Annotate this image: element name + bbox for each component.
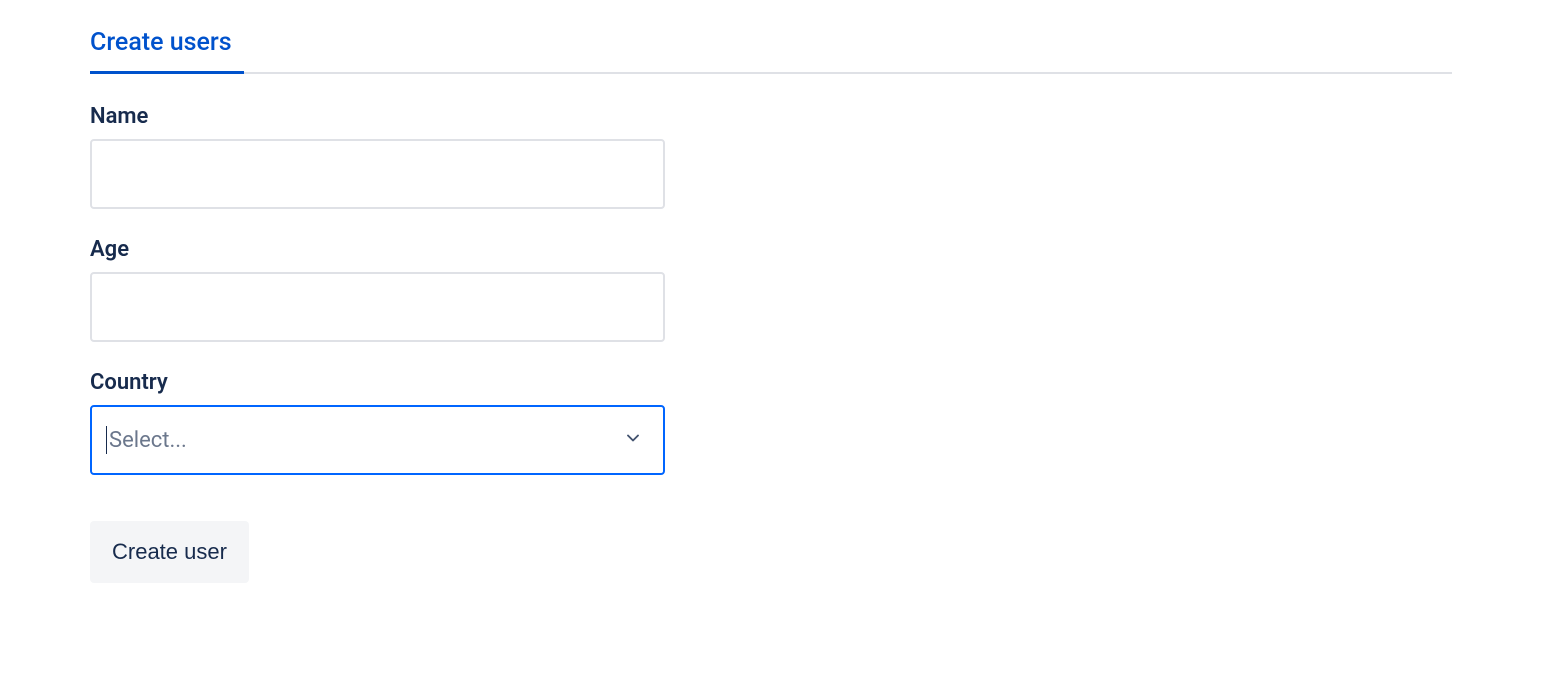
form-group-country: Country Select...	[90, 370, 1452, 475]
form-group-age: Age	[90, 237, 1452, 342]
text-cursor	[106, 426, 107, 454]
create-user-button[interactable]: Create user	[90, 521, 249, 583]
name-label: Name	[90, 104, 1452, 129]
form-group-name: Name	[90, 104, 1452, 209]
age-input[interactable]	[90, 272, 665, 342]
country-select[interactable]: Select...	[90, 405, 665, 475]
tab-create-users[interactable]: Create users	[90, 20, 244, 74]
age-label: Age	[90, 237, 1452, 262]
tabs-container: Create users	[90, 20, 1452, 74]
country-label: Country	[90, 370, 1452, 395]
country-select-wrapper: Select...	[90, 405, 665, 475]
create-user-form: Name Age Country Select... Create user	[90, 104, 1452, 583]
name-input[interactable]	[90, 139, 665, 209]
country-select-placeholder: Select...	[109, 428, 187, 453]
